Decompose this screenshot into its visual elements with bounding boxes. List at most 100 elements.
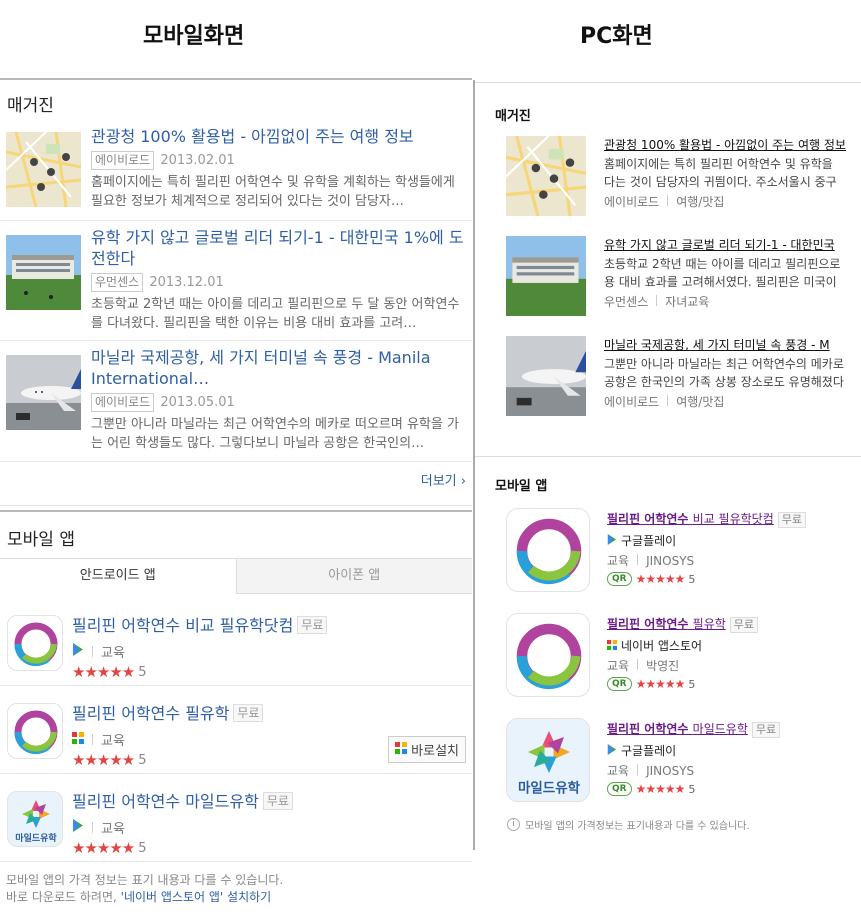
info-icon: i	[507, 818, 520, 831]
mobile-app-item[interactable]: 필리핀 어학연수 비교 필유학닷컴 무료 교육 ★★★★★ 5	[0, 598, 472, 686]
app-name-bold: 필리핀 어학연수	[607, 512, 689, 526]
install-button[interactable]: 바로설치	[388, 736, 466, 763]
app-icon[interactable]	[7, 703, 63, 759]
app-name[interactable]: 필리핀 어학연수 비교 필유학닷컴	[72, 616, 293, 635]
tab-iphone[interactable]: 아이폰 앱	[236, 559, 472, 594]
free-badge: 무료	[297, 616, 328, 634]
airplane-thumbnail[interactable]	[506, 336, 586, 416]
mobile-app-item[interactable]: 필리핀 어학연수 필유학 무료 교육 ★★★★★ 5 바로설치	[0, 686, 472, 774]
article-description: 그뿐만 아니라 마닐라는 최근 어학연수의 메카로 떠오르며 유학을 가는 어린…	[91, 417, 459, 451]
article-source: 에이비로드	[604, 195, 660, 209]
article-title[interactable]: 관광청 100% 활용법 - 아낌없이 주는 여행 정보	[604, 136, 846, 153]
pc-app-item[interactable]: 필리핀 어학연수 비교 필유학닷컴 무료 구글플레이 교육 JINOSYS QR ★★…	[475, 494, 861, 599]
pc-app-section: 모바일 앱 필리핀 어학연수 비교 필유학닷컴무료 구글플레이 교육 JINOSY…	[475, 456, 861, 832]
app-developer: 박영진	[646, 659, 680, 673]
app-icon[interactable]	[506, 508, 590, 592]
article-description-line: 다는 것이 담당자의 귀띔이다. 주소서울시 중구	[604, 175, 837, 189]
install-link[interactable]: 설치하기	[227, 890, 271, 904]
mobile-app-item[interactable]: 마일드유학 필리핀 어학연수 마일드유학 무료 교육 ★★★★★ 5	[0, 774, 472, 862]
article-title[interactable]: 마닐라 국제공항, 세 가지 터미널 속 풍경 - M	[604, 336, 844, 353]
app-icon[interactable]	[7, 615, 63, 671]
article-description-line: 초등학교 2학년 때는 아이를 데리고 필리핀으로	[604, 257, 841, 271]
rating-stars: ★★★★★	[635, 572, 686, 586]
rating-value: 5	[688, 677, 696, 691]
airplane-thumbnail[interactable]	[6, 355, 81, 430]
free-badge: 무료	[233, 704, 264, 722]
app-name-link[interactable]: 필리핀 어학연수 비교 필유학닷컴	[607, 512, 774, 526]
mobile-article[interactable]: 마닐라 국제공항, 세 가지 터미널 속 풍경 - Manila Interna…	[0, 341, 472, 462]
mobile-app-note: 모바일 앱의 가격 정보는 표기 내용과 다를 수 있습니다. 바로 다운로드 …	[0, 862, 472, 906]
app-developer: JINOSYS	[646, 554, 695, 568]
google-play-icon	[72, 643, 84, 660]
install-label: 바로설치	[411, 744, 459, 759]
article-description: 초등학교 2학년 때는 아이를 데리고 필리핀으로 두 달 동안 어학연수를 다…	[91, 297, 460, 331]
article-date: 2013.02.01	[160, 153, 235, 168]
qr-badge[interactable]: QR	[607, 677, 632, 691]
rating-stars: ★★★★★	[72, 663, 135, 681]
mobile-article[interactable]: 관광청 100% 활용법 - 아낌없이 주는 여행 정보 에이비로드 2013.…	[0, 120, 472, 221]
article-category: 자녀교육	[665, 295, 710, 309]
building-thumbnail[interactable]	[6, 235, 81, 310]
pc-app-note: i 모바일 앱의 가격정보는 표기내용과 다를 수 있습니다.	[475, 817, 861, 832]
free-badge: 무료	[729, 617, 759, 633]
app-name[interactable]: 필리핀 어학연수 마일드유학	[72, 792, 259, 811]
app-developer: JINOSYS	[646, 764, 695, 778]
naver-store-icon	[607, 639, 617, 653]
app-icon[interactable]: 마일드유학	[506, 718, 590, 802]
pc-article[interactable]: 마닐라 국제공항, 세 가지 터미널 속 풍경 - M 그뿐만 아니라 마닐라는…	[475, 324, 861, 424]
pc-app-item[interactable]: 필리핀 어학연수 필유학 무료 네이버 앱스토어 교육 박영진 QR ★★★★★ 5	[475, 599, 861, 704]
article-date: 2013.05.01	[160, 395, 235, 410]
pc-magazine-section: 매거진 관광청 100% 활용법 - 아낌없이 주는 여행 정보 홈페이지에는 …	[475, 82, 861, 424]
naver-store-icon	[395, 741, 408, 758]
tab-android[interactable]: 안드로이드 앱	[0, 559, 237, 594]
more-link[interactable]: 더보기 ›	[0, 462, 472, 506]
rating-stars: ★★★★★	[635, 677, 686, 691]
app-name[interactable]: 필리핀 어학연수 필유학	[72, 704, 229, 723]
rating-value: 5	[138, 840, 147, 856]
article-description-line: 공항은 한국인의 가족 상봉 장소로도 유명해졌다	[604, 375, 844, 389]
article-category: 여행/맛집	[676, 195, 725, 209]
pc-magazine-title: 매거진	[495, 109, 531, 124]
app-icon-label: 마일드유학	[15, 832, 57, 844]
app-icon[interactable]	[506, 613, 590, 697]
qr-badge[interactable]: QR	[607, 782, 632, 796]
app-store-name: 구글플레이	[621, 534, 677, 548]
article-source: 에이비로드	[91, 151, 155, 170]
article-description: 홈페이지에는 특히 필리핀 어학연수 및 유학을 계획하는 학생들에게 필요한 …	[91, 175, 455, 209]
building-thumbnail[interactable]	[506, 236, 586, 316]
app-category: 교육	[101, 822, 125, 837]
article-title[interactable]: 유학 가지 않고 글로벌 리더 되기-1 - 대한민국	[604, 236, 840, 253]
chevron-right-icon: ›	[460, 474, 466, 489]
mobile-app-title: 모바일 앱	[7, 530, 75, 550]
pc-article[interactable]: 유학 가지 않고 글로벌 리더 되기-1 - 대한민국 초등학교 2학년 때는 …	[475, 224, 861, 324]
download-note-prefix: 바로 다운로드 하려면,	[6, 890, 117, 904]
app-tabs: 안드로이드 앱 아이폰 앱	[0, 558, 472, 594]
article-description-line: 그뿐만 아니라 마닐라는 최근 어학연수의 메카로	[604, 357, 844, 371]
mobile-magazine-section: 매거진 관광청 100% 활용법 - 아낌없이 주는 여행 정보 에이비로드 2…	[0, 78, 472, 506]
map-thumbnail[interactable]	[6, 132, 81, 207]
article-title[interactable]: 마닐라 국제공항, 세 가지 터미널 속 풍경 - Manila Interna…	[91, 347, 464, 389]
map-thumbnail[interactable]	[506, 136, 586, 216]
rating-value: 5	[138, 664, 147, 680]
pc-app-item[interactable]: 마일드유학 필리핀 어학연수 마일드유학 무료 구글플레이 교육 JINOSYS Q…	[475, 704, 861, 809]
qr-badge[interactable]: QR	[607, 572, 632, 586]
rating-value: 5	[688, 782, 696, 796]
mobile-article[interactable]: 유학 가지 않고 글로벌 리더 되기-1 - 대한민국 1%에 도전한다 우먼센…	[0, 221, 472, 341]
rating-stars: ★★★★★	[72, 751, 135, 769]
app-icon[interactable]: 마일드유학	[7, 791, 63, 847]
pc-article[interactable]: 관광청 100% 활용법 - 아낌없이 주는 여행 정보 홈페이지에는 특히 필…	[475, 124, 861, 224]
google-play-icon	[607, 743, 617, 758]
article-title[interactable]: 관광청 100% 활용법 - 아낌없이 주는 여행 정보	[91, 126, 464, 147]
mobile-app-section: 모바일 앱 안드로이드 앱 아이폰 앱 필리핀 어학연수 비교 필유학닷컴 무료 …	[0, 510, 472, 906]
app-category: 교육	[101, 646, 125, 661]
pc-app-title: 모바일 앱	[495, 479, 548, 494]
free-badge: 무료	[751, 722, 781, 738]
app-icon-label: 마일드유학	[518, 781, 581, 797]
article-title[interactable]: 유학 가지 않고 글로벌 리더 되기-1 - 대한민국 1%에 도전한다	[91, 227, 464, 269]
app-name-link[interactable]: 필리핀 어학연수 필유학	[607, 617, 726, 631]
naver-appstore-link[interactable]: '네이버 앱스토어 앱'	[121, 890, 224, 904]
article-source: 우먼센스	[91, 273, 144, 292]
app-category: 교육	[607, 554, 630, 568]
article-source: 우먼센스	[604, 295, 649, 309]
app-name-link[interactable]: 필리핀 어학연수 마일드유학	[607, 722, 748, 736]
